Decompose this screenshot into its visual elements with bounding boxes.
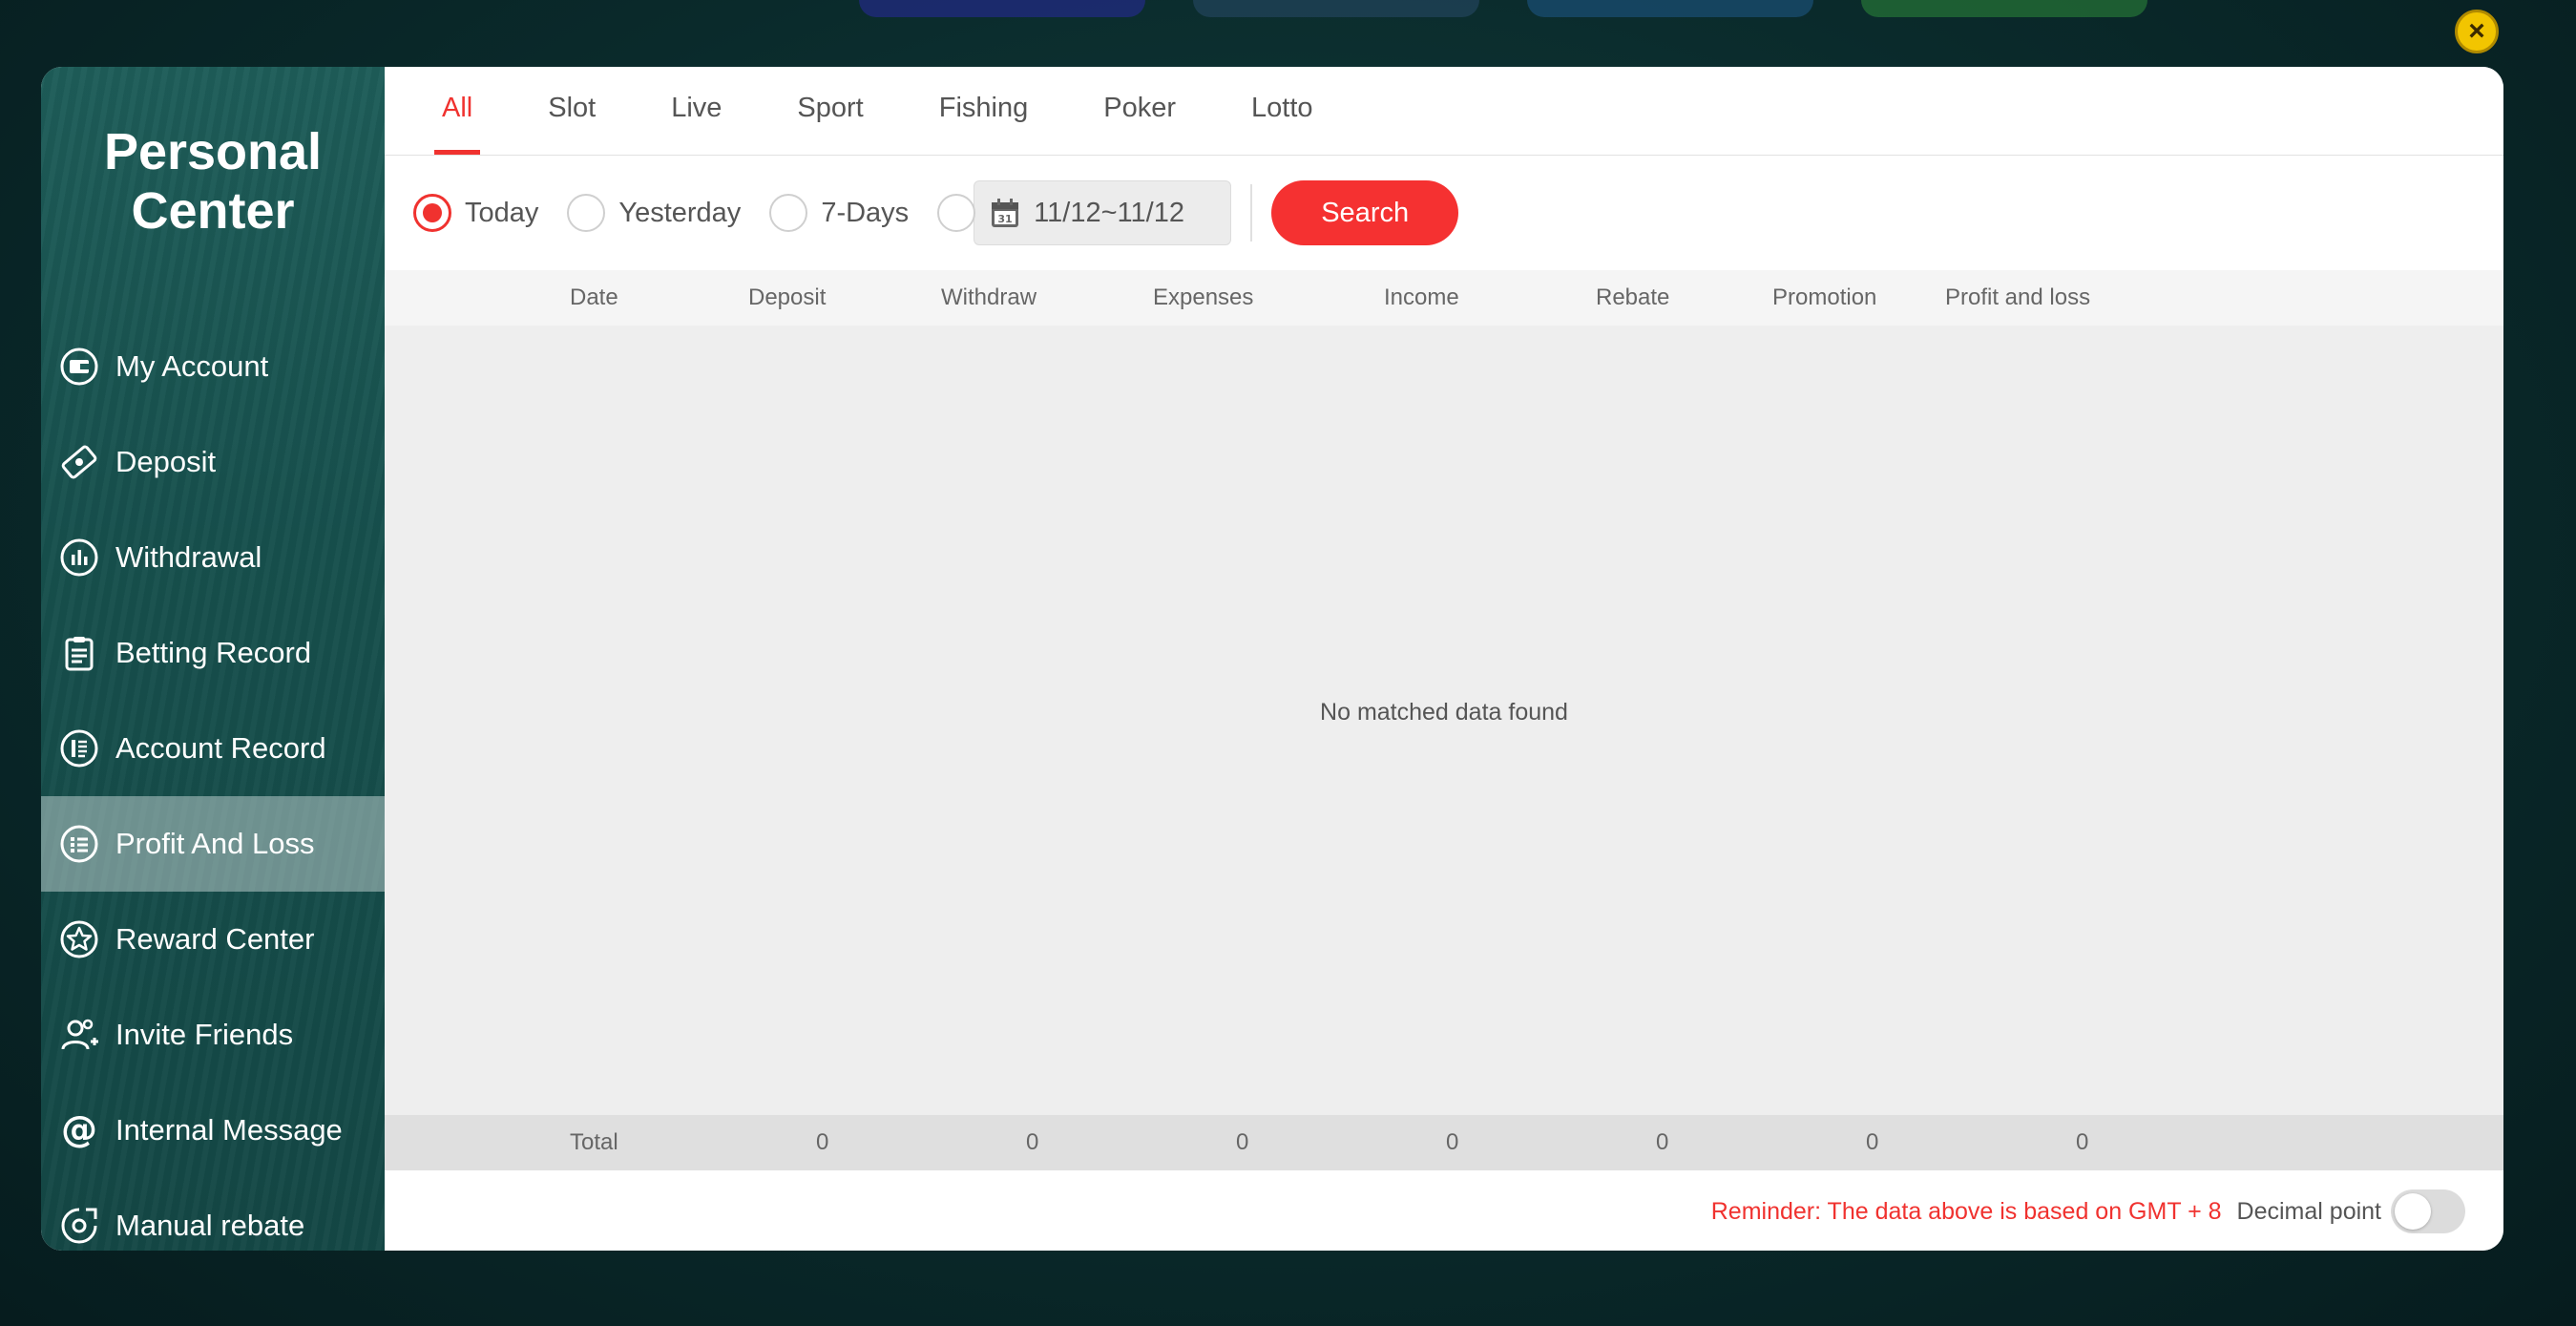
- footer-bar: Reminder: The data above is based on GMT…: [1711, 1189, 2465, 1233]
- table-body: No matched data found: [385, 326, 2503, 1115]
- radio-7-days[interactable]: 7-Days: [769, 194, 909, 232]
- sidebar-item-label: Reward Center: [115, 922, 315, 956]
- sidebar-item-profit-and-loss[interactable]: Profit And Loss: [41, 796, 385, 892]
- divider: [1250, 184, 1253, 242]
- total-profit-and-loss: 0: [2076, 1129, 2089, 1155]
- background-button: [1861, 0, 2147, 17]
- radio-button[interactable]: [769, 194, 808, 232]
- tab-all[interactable]: All: [433, 67, 481, 155]
- sidebar-item-label: Withdrawal: [115, 540, 262, 574]
- background-button: [1527, 0, 1813, 17]
- calendar-icon: 31: [992, 199, 1019, 227]
- decimal-point-label: Decimal point: [2236, 1197, 2381, 1225]
- sidebar-item-manual-rebate[interactable]: Manual rebate: [41, 1178, 385, 1251]
- tab-sport[interactable]: Sport: [797, 67, 863, 155]
- category-tabs: All Slot Live Sport Fishing Poker Lotto: [385, 67, 2503, 156]
- toggle-knob: [2395, 1193, 2431, 1230]
- total-deposit: 0: [816, 1129, 829, 1155]
- total-rebate: 0: [1656, 1129, 1669, 1155]
- tab-slot[interactable]: Slot: [548, 67, 596, 155]
- personal-center-modal: Personal Center My Account Deposit Withd…: [41, 67, 2503, 1251]
- tab-poker[interactable]: Poker: [1103, 67, 1176, 155]
- radio-label: Yesterday: [618, 197, 742, 228]
- clipboard-icon: [58, 632, 100, 674]
- sidebar-item-withdrawal[interactable]: Withdrawal: [41, 510, 385, 605]
- sidebar-item-invite-friends[interactable]: Invite Friends: [41, 987, 385, 1083]
- add-user-icon: [58, 1014, 100, 1056]
- column-header-date: Date: [570, 284, 618, 310]
- sidebar-item-betting-record[interactable]: Betting Record: [41, 605, 385, 701]
- column-header-income: Income: [1384, 284, 1459, 310]
- sidebar-menu: My Account Deposit Withdrawal Betting Re…: [41, 319, 385, 1251]
- sidebar-item-label: Betting Record: [115, 636, 312, 669]
- wallet-icon: [58, 346, 100, 388]
- sidebar-item-label: Account Record: [115, 731, 326, 765]
- sidebar-item-account-record[interactable]: Account Record: [41, 701, 385, 796]
- list-icon: [58, 823, 100, 865]
- column-header-profit-and-loss: Profit and loss: [1945, 284, 2091, 310]
- tab-fishing[interactable]: Fishing: [939, 67, 1029, 155]
- star-icon: [58, 918, 100, 960]
- sidebar-item-label: My Account: [115, 349, 269, 383]
- tab-live[interactable]: Live: [671, 67, 722, 155]
- date-filters: Today Yesterday 7-Days 31 11/12~11/12 Se…: [385, 156, 2503, 270]
- sidebar: Personal Center My Account Deposit Withd…: [41, 67, 385, 1251]
- at-icon: @: [58, 1109, 100, 1151]
- radio-label: Today: [465, 197, 539, 228]
- sidebar-item-label: Manual rebate: [115, 1209, 305, 1242]
- timezone-reminder: Reminder: The data above is based on GMT…: [1710, 1197, 2222, 1225]
- svg-text:@: @: [61, 1110, 97, 1150]
- empty-state-message: No matched data found: [1320, 699, 1568, 726]
- sidebar-item-deposit[interactable]: Deposit: [41, 414, 385, 510]
- table-header: Date Deposit Withdraw Expenses Income Re…: [385, 270, 2503, 326]
- total-withdraw: 0: [1026, 1129, 1039, 1155]
- radio-yesterday[interactable]: Yesterday: [567, 194, 741, 232]
- table-total-row: Total 0 0 0 0 0 0 0: [385, 1115, 2503, 1170]
- radio-button[interactable]: [937, 194, 976, 232]
- sidebar-item-my-account[interactable]: My Account: [41, 319, 385, 414]
- sidebar-item-reward-center[interactable]: Reward Center: [41, 892, 385, 987]
- sidebar-item-label: Profit And Loss: [115, 827, 315, 860]
- svg-text:31: 31: [998, 213, 1013, 225]
- column-header-expenses: Expenses: [1153, 284, 1254, 310]
- tab-lotto[interactable]: Lotto: [1251, 67, 1313, 155]
- sidebar-item-label: Invite Friends: [115, 1018, 294, 1051]
- radio-button[interactable]: [567, 194, 606, 232]
- total-label: Total: [570, 1129, 618, 1155]
- total-income: 0: [1446, 1129, 1459, 1155]
- sidebar-item-label: Internal Message: [115, 1113, 343, 1147]
- radio-today[interactable]: Today: [413, 194, 538, 232]
- date-range-value: 11/12~11/12: [1034, 197, 1184, 228]
- search-button[interactable]: Search: [1271, 180, 1459, 245]
- total-promotion: 0: [1866, 1129, 1879, 1155]
- background-button: [859, 0, 1145, 17]
- sidebar-item-label: Deposit: [115, 445, 217, 478]
- background-button: [1193, 0, 1479, 17]
- date-range-picker[interactable]: 31 11/12~11/12: [974, 180, 1232, 245]
- radio-label: 7-Days: [821, 197, 910, 228]
- bar-chart-icon: [58, 537, 100, 579]
- column-header-withdraw: Withdraw: [941, 284, 1037, 310]
- main-content: All Slot Live Sport Fishing Poker Lotto …: [385, 67, 2503, 1251]
- ledger-icon: [58, 727, 100, 769]
- rebate-icon: [58, 1205, 100, 1247]
- total-expenses: 0: [1236, 1129, 1249, 1155]
- column-header-deposit: Deposit: [748, 284, 827, 310]
- column-header-rebate: Rebate: [1596, 284, 1670, 310]
- sidebar-title-line: Personal: [103, 123, 323, 180]
- sidebar-item-internal-message[interactable]: @ Internal Message: [41, 1083, 385, 1178]
- sidebar-title: Personal Center: [41, 67, 385, 241]
- decimal-point-toggle[interactable]: [2391, 1189, 2465, 1233]
- deposit-icon: [58, 441, 100, 483]
- radio-button[interactable]: [413, 194, 451, 232]
- sidebar-title-line: Center: [131, 182, 295, 240]
- column-header-promotion: Promotion: [1772, 284, 1877, 310]
- close-icon: ×: [2468, 15, 2485, 47]
- close-button[interactable]: ×: [2455, 10, 2499, 53]
